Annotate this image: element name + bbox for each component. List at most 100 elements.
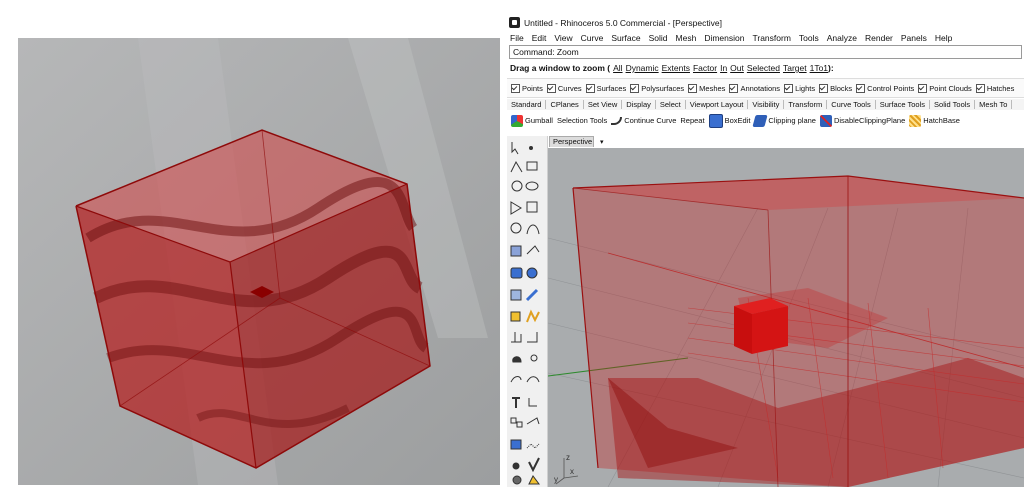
menu-transform[interactable]: Transform bbox=[752, 33, 790, 43]
curve-icon bbox=[611, 116, 623, 125]
filter-control-points[interactable]: Control Points bbox=[856, 83, 915, 93]
checkbox-icon[interactable] bbox=[585, 83, 595, 93]
selection-tools-button[interactable]: Selection Tools bbox=[557, 116, 607, 125]
tab-solid-tools[interactable]: Solid Tools bbox=[930, 100, 976, 109]
checkbox-icon[interactable] bbox=[918, 83, 928, 93]
tab-mesh-tools[interactable]: Mesh To bbox=[975, 100, 1013, 109]
filter-meshes[interactable]: Meshes bbox=[688, 83, 725, 93]
filter-label: Polysurfaces bbox=[641, 83, 685, 93]
filter-surfaces[interactable]: Surfaces bbox=[585, 83, 626, 93]
tab-curve-tools[interactable]: Curve Tools bbox=[827, 100, 876, 109]
checkbox-icon[interactable] bbox=[511, 83, 520, 93]
continue-curve-button[interactable]: Continue Curve bbox=[611, 116, 676, 125]
menu-surface[interactable]: Surface bbox=[611, 33, 640, 43]
perspective-viewport[interactable]: z x y bbox=[548, 148, 1024, 487]
tab-set-view[interactable]: Set View bbox=[584, 100, 623, 109]
menu-view[interactable]: View bbox=[554, 33, 572, 43]
camera-icon bbox=[510, 439, 522, 450]
menu-file[interactable]: File bbox=[510, 33, 524, 43]
title-bar: Untitled - Rhinoceros 5.0 Commercial - [… bbox=[507, 14, 1024, 31]
hatchbase-button[interactable]: HatchBase bbox=[909, 114, 960, 127]
filter-polysurfaces[interactable]: Polysurfaces bbox=[630, 83, 685, 93]
option-extents[interactable]: Extents bbox=[662, 63, 690, 73]
tab-cplanes[interactable]: CPlanes bbox=[546, 100, 584, 109]
filter-point-clouds[interactable]: Point Clouds bbox=[918, 83, 972, 93]
filter-lights[interactable]: Lights bbox=[784, 83, 815, 93]
checkbox-icon[interactable] bbox=[819, 83, 829, 93]
menu-tools[interactable]: Tools bbox=[799, 33, 819, 43]
option-out[interactable]: Out bbox=[730, 63, 744, 73]
menu-solid[interactable]: Solid bbox=[649, 33, 668, 43]
checkbox-icon[interactable] bbox=[729, 83, 739, 93]
menu-dimension[interactable]: Dimension bbox=[704, 33, 744, 43]
filter-points[interactable]: Points bbox=[511, 83, 543, 93]
command-history[interactable]: Command: Zoom bbox=[509, 45, 1022, 59]
viewport-menu-arrow-icon[interactable]: ▾ bbox=[600, 138, 604, 146]
split-icon bbox=[526, 417, 540, 425]
filter-label: Points bbox=[522, 83, 543, 93]
checkbox-icon[interactable] bbox=[975, 83, 985, 93]
option-all[interactable]: All bbox=[613, 63, 622, 73]
filter-blocks[interactable]: Blocks bbox=[819, 83, 853, 93]
command-prompt[interactable]: Drag a window to zoom (All Dynamic Extents… bbox=[510, 63, 1024, 75]
menu-help[interactable]: Help bbox=[935, 33, 952, 43]
blend-icon bbox=[526, 376, 540, 383]
filter-label: Point Clouds bbox=[929, 83, 972, 93]
option-selected[interactable]: Selected bbox=[747, 63, 780, 73]
option-target[interactable]: Target bbox=[783, 63, 807, 73]
gumball-button[interactable]: Gumball bbox=[511, 114, 553, 127]
toolbar-label: Clipping plane bbox=[768, 116, 816, 125]
checkbox-icon[interactable] bbox=[630, 83, 640, 93]
tab-transform[interactable]: Transform bbox=[784, 100, 828, 109]
arc-icon bbox=[510, 222, 522, 234]
check-icon bbox=[528, 457, 540, 473]
sphere-icon bbox=[526, 267, 538, 279]
filter-curves[interactable]: Curves bbox=[546, 83, 582, 93]
axis-label-y: y bbox=[554, 475, 558, 484]
filter-label: Annotations bbox=[740, 83, 781, 93]
option-dynamic[interactable]: Dynamic bbox=[626, 63, 659, 73]
tab-standard[interactable]: Standard bbox=[507, 100, 547, 109]
tab-select[interactable]: Select bbox=[656, 100, 686, 109]
filter-label: Blocks bbox=[830, 83, 853, 93]
filter-label: Control Points bbox=[867, 83, 915, 93]
disable-clipping-plane-button[interactable]: DisableClippingPlane bbox=[819, 114, 905, 127]
menu-mesh[interactable]: Mesh bbox=[676, 33, 697, 43]
viewport-tab-perspective[interactable]: Perspective bbox=[549, 136, 594, 147]
menu-analyze[interactable]: Analyze bbox=[827, 33, 857, 43]
filter-annotations[interactable]: Annotations bbox=[729, 83, 781, 93]
checkbox-icon[interactable] bbox=[688, 83, 698, 93]
tab-surface-tools[interactable]: Surface Tools bbox=[876, 100, 931, 109]
checkbox-icon[interactable] bbox=[784, 83, 794, 93]
circle-icon bbox=[511, 180, 523, 192]
option-1to1[interactable]: 1To1 bbox=[810, 63, 828, 73]
menu-curve[interactable]: Curve bbox=[581, 33, 604, 43]
rhino-app-icon bbox=[509, 17, 520, 28]
tab-display[interactable]: Display bbox=[622, 100, 656, 109]
osnap-filter-bar: Points Curves Surfaces Polysurfaces Mesh… bbox=[507, 78, 1024, 98]
clipping-plane-button[interactable]: Clipping plane bbox=[752, 114, 816, 127]
repeat-button[interactable]: Repeat bbox=[680, 116, 704, 125]
filter-hatches[interactable]: Hatches bbox=[975, 83, 1014, 93]
left-tool-palette bbox=[507, 136, 548, 487]
axis-label-z: z bbox=[566, 453, 570, 462]
polygon-icon bbox=[510, 201, 522, 215]
option-in[interactable]: In bbox=[720, 63, 727, 73]
menu-edit[interactable]: Edit bbox=[532, 33, 547, 43]
main-toolbar: Gumball Selection Tools Continue Curve R… bbox=[507, 111, 1024, 130]
menu-panels[interactable]: Panels bbox=[901, 33, 927, 43]
clipping-plane-icon bbox=[752, 114, 769, 127]
tab-visibility[interactable]: Visibility bbox=[748, 100, 785, 109]
boxedit-icon bbox=[708, 113, 723, 128]
boxedit-button[interactable]: BoxEdit bbox=[708, 113, 750, 128]
menu-render[interactable]: Render bbox=[865, 33, 893, 43]
tab-viewport-layout[interactable]: Viewport Layout bbox=[686, 100, 749, 109]
option-factor[interactable]: Factor bbox=[693, 63, 717, 73]
curve-tool-icon bbox=[526, 224, 540, 235]
checkbox-icon[interactable] bbox=[856, 83, 866, 93]
axis-label-x: x bbox=[570, 467, 574, 476]
fillet-icon bbox=[510, 376, 522, 383]
rhino-window: Untitled - Rhinoceros 5.0 Commercial - [… bbox=[507, 14, 1024, 487]
checkbox-icon[interactable] bbox=[546, 83, 556, 93]
hatch-icon bbox=[909, 114, 922, 127]
